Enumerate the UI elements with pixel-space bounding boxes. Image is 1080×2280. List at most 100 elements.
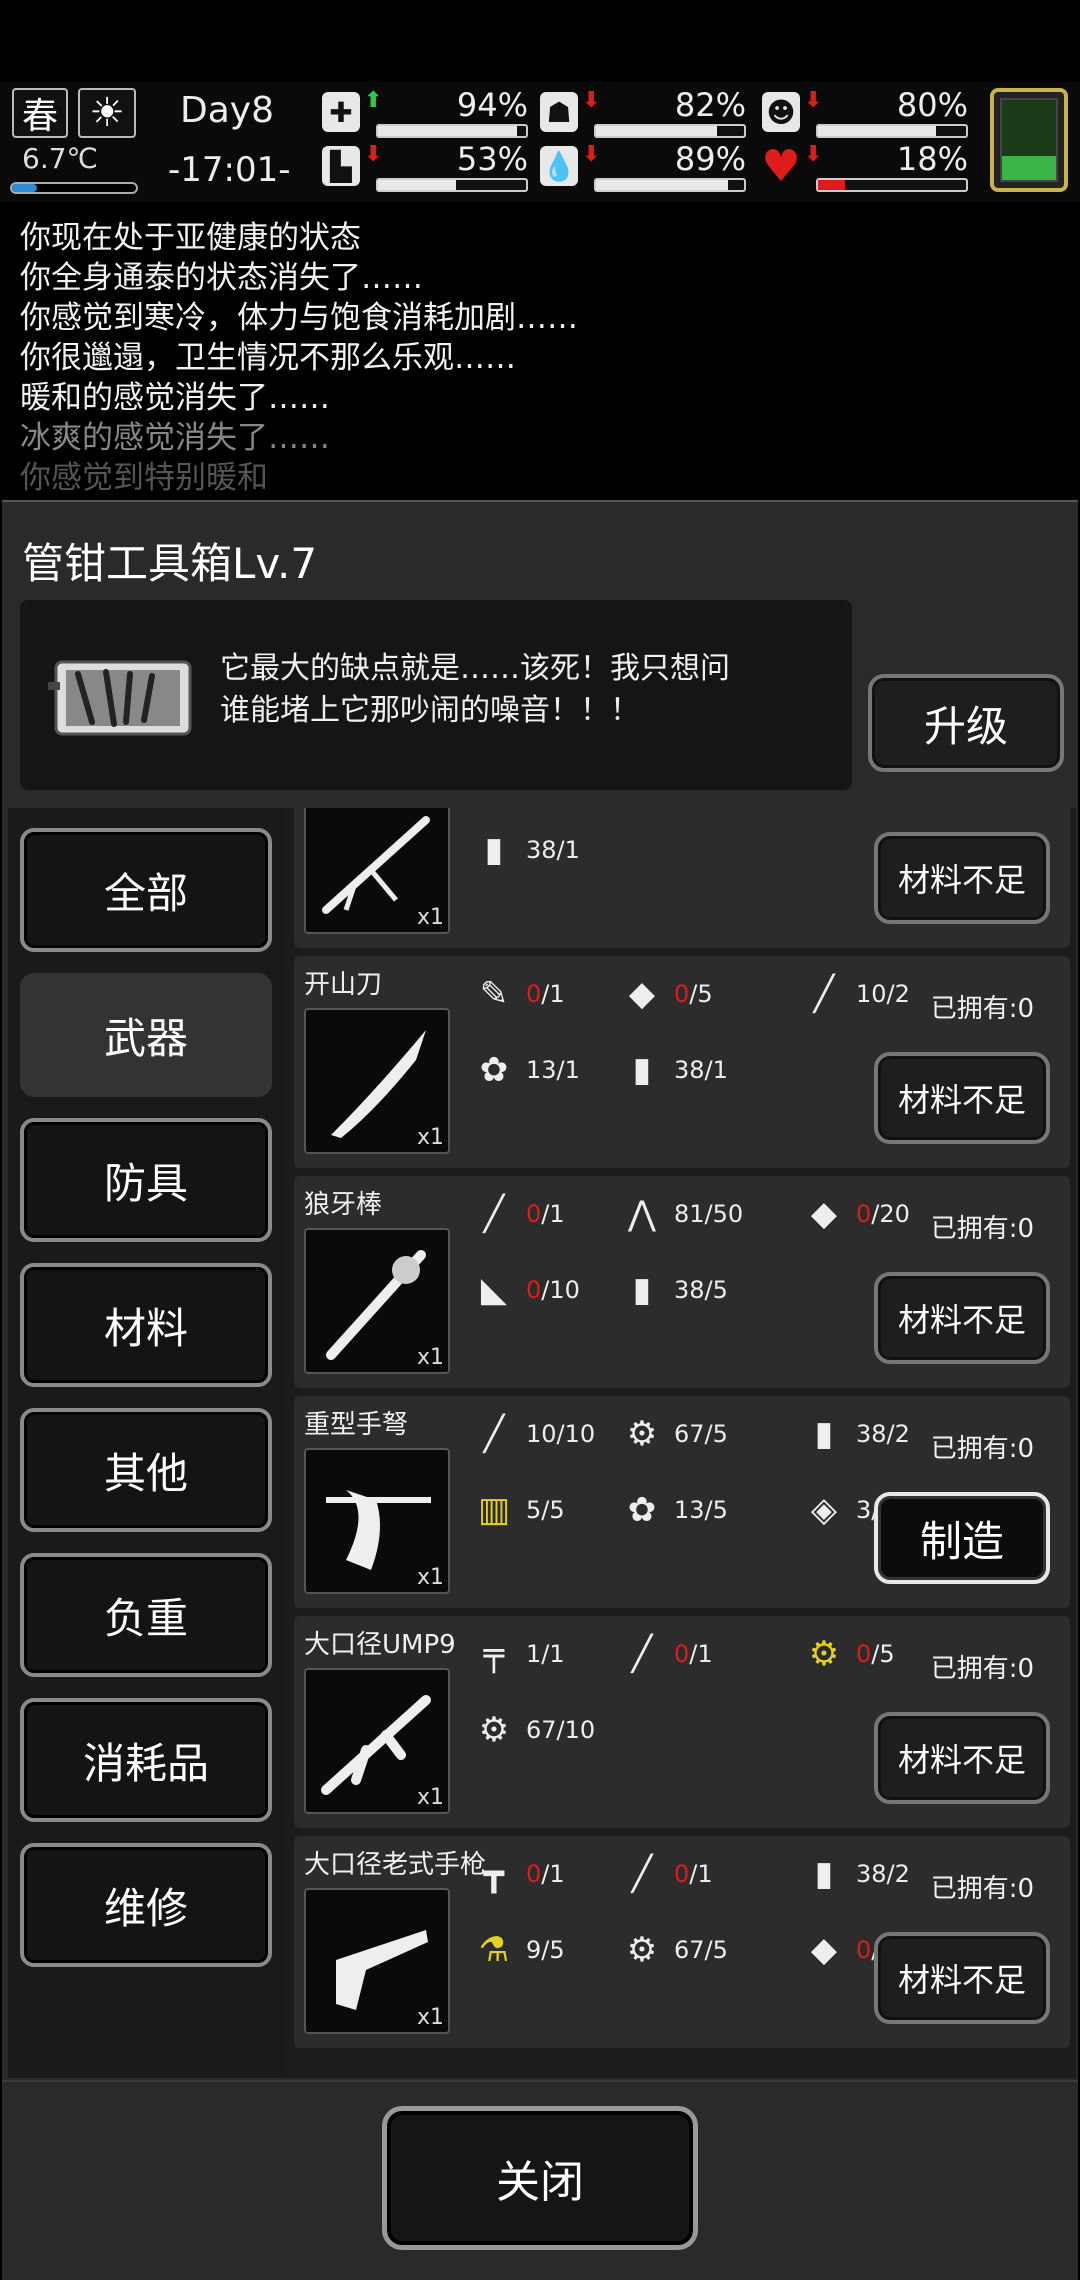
material-have: 0 xyxy=(526,1860,542,1888)
material-need: /1 xyxy=(541,1860,565,1888)
jerrycan-icon: ▮ xyxy=(484,830,504,870)
category-tab[interactable]: 消耗品 xyxy=(20,1698,272,1822)
category-tab[interactable]: 全部 xyxy=(20,828,272,952)
material-need: /1 xyxy=(689,1640,713,1668)
stat-value: 80% xyxy=(896,86,968,124)
material-count: 5/5 xyxy=(526,1496,565,1524)
stat-bar-fill xyxy=(596,180,728,190)
material-requirement: ◆ 0/20 xyxy=(800,1186,910,1242)
material-have: 0 xyxy=(856,1640,872,1668)
material-need: /5 xyxy=(704,1936,728,1964)
smg-thumbnail xyxy=(321,1695,431,1795)
material-need: /5 xyxy=(541,1496,565,1524)
material-count: 0/1 xyxy=(526,980,565,1008)
mace-thumbnail xyxy=(326,1250,426,1360)
material-count: 38/1 xyxy=(674,1056,728,1084)
material-have: 9 xyxy=(526,1936,542,1964)
material-need: /10 xyxy=(556,1716,596,1744)
material-count: 10/2 xyxy=(856,980,910,1008)
category-tab[interactable]: 材料 xyxy=(20,1263,272,1387)
material-have: 0 xyxy=(856,1936,872,1964)
material-requirement: ✿ 13/5 xyxy=(618,1482,728,1538)
jerrycan-icon: ▮ xyxy=(814,1414,834,1454)
material-have: 0 xyxy=(674,980,690,1008)
material-need: /20 xyxy=(871,1200,910,1228)
craft-button[interactable]: 材料不足 xyxy=(874,1052,1050,1144)
recipe-thumbnail[interactable]: x1 xyxy=(304,808,450,934)
category-tab[interactable]: 武器 xyxy=(20,973,272,1097)
bottom-bar: 关闭 xyxy=(2,2080,1078,2280)
material-need: /5 xyxy=(871,1640,895,1668)
category-tab[interactable]: 负重 xyxy=(20,1553,272,1677)
recipe-list[interactable]: 已拥有:0x1╱0/1⚙0/1●99/10▮38/1材料不足开山刀已拥有:0x1… xyxy=(286,808,1076,2078)
stat-value: 53% xyxy=(456,140,528,178)
log-line: 你全身通泰的状态消失了…… xyxy=(20,260,423,296)
category-tab[interactable]: 其他 xyxy=(20,1408,272,1532)
material-requirement: ▮ 38/1 xyxy=(470,822,580,878)
message-log[interactable]: 你现在处于亚健康的状态 你全身通泰的状态消失了…… 你感觉到寒冷，体力与饱食消耗加剧… xyxy=(20,218,1060,496)
trend-down-icon: ⬇ xyxy=(364,142,383,167)
material-have: 3 xyxy=(856,1496,872,1524)
owned-count: 已拥有:0 xyxy=(930,1874,1034,1904)
output-quantity: x1 xyxy=(416,2005,444,2030)
day-counter: Day8 xyxy=(180,90,274,131)
craft-button[interactable]: 材料不足 xyxy=(874,1712,1050,1804)
nails-icon: ⋀ xyxy=(628,1194,656,1234)
heart-icon: ♥ xyxy=(761,140,801,192)
material-have: 0 xyxy=(526,1200,542,1228)
material-count: 1/1 xyxy=(526,1640,565,1668)
material-have: 67 xyxy=(674,1420,705,1448)
panel-title: 管钳工具箱Lv.7 xyxy=(22,539,318,588)
recipe-thumbnail[interactable]: x1 xyxy=(304,1008,450,1154)
recipe-name: 狼牙棒 xyxy=(304,1190,383,1220)
recipe-card: 开山刀 已拥有:0 x1 ✎ 0/1 ◆ 0/5 ╱ 10/2 ✿ 13/1 ▮ 38/1 材料不足 xyxy=(294,956,1070,1168)
craft-button[interactable]: 材料不足 xyxy=(874,1272,1050,1364)
stat-mood: ♥ ⬇ 18% xyxy=(761,140,970,192)
owned-count: 已拥有:0 xyxy=(930,1654,1034,1684)
craft-button[interactable]: 制造 xyxy=(874,1492,1050,1584)
trend-down-icon: ⬇ xyxy=(582,88,601,113)
stat-health: ✚ ⬆ 94% xyxy=(322,86,530,138)
head-icon: ☻ xyxy=(762,92,800,132)
material-have: 0 xyxy=(526,980,542,1008)
log-line: 暖和的感觉消失了…… xyxy=(20,380,330,416)
material-have: 81 xyxy=(674,1200,705,1228)
output-quantity: x1 xyxy=(416,1125,444,1150)
material-need: /1 xyxy=(541,980,565,1008)
material-need: /10 xyxy=(541,1276,580,1304)
material-need: /10 xyxy=(556,1420,596,1448)
battery-indicator[interactable] xyxy=(990,88,1068,192)
material-have: 67 xyxy=(674,1936,705,1964)
close-button[interactable]: 关闭 xyxy=(382,2106,698,2250)
material-requirement: ╱ 10/10 xyxy=(470,1406,595,1462)
recipe-thumbnail[interactable]: x1 xyxy=(304,1668,450,1814)
material-requirement: ┳ 0/1 xyxy=(470,1846,565,1902)
material-need: /2 xyxy=(886,1420,910,1448)
material-need: /2 xyxy=(886,980,910,1008)
craft-button[interactable]: 材料不足 xyxy=(874,832,1050,924)
owned-count: 已拥有:0 xyxy=(930,994,1034,1024)
recipe-thumbnail[interactable]: x1 xyxy=(304,1888,450,2034)
output-quantity: x1 xyxy=(416,1785,444,1810)
material-requirement: ▮ 38/1 xyxy=(618,1042,728,1098)
trend-down-icon: ⬇ xyxy=(582,142,601,167)
craft-button[interactable]: 材料不足 xyxy=(874,1932,1050,2024)
material-need: /2 xyxy=(886,1860,910,1888)
stat-bar xyxy=(816,178,968,192)
material-have: 0 xyxy=(674,1640,690,1668)
material-need: /5 xyxy=(704,1420,728,1448)
recipe-thumbnail[interactable]: x1 xyxy=(304,1228,450,1374)
gears-icon: ⚙ xyxy=(626,1930,658,1970)
revolver-icon: ┳ xyxy=(483,1854,505,1894)
log-line: 你现在处于亚健康的状态 xyxy=(20,220,361,256)
category-tab[interactable]: 防具 xyxy=(20,1118,272,1242)
upgrade-button[interactable]: 升级 xyxy=(868,674,1064,772)
pipe-icon: ╱ xyxy=(483,1414,505,1454)
barrel-icon: ╱ xyxy=(631,1634,653,1674)
gears-icon: ⚙ xyxy=(626,1414,658,1454)
material-need: /1 xyxy=(689,1860,713,1888)
material-count: 38/2 xyxy=(856,1420,910,1448)
recipe-thumbnail[interactable]: x1 xyxy=(304,1448,450,1594)
material-count: 67/5 xyxy=(674,1936,728,1964)
category-tab[interactable]: 维修 xyxy=(20,1843,272,1967)
